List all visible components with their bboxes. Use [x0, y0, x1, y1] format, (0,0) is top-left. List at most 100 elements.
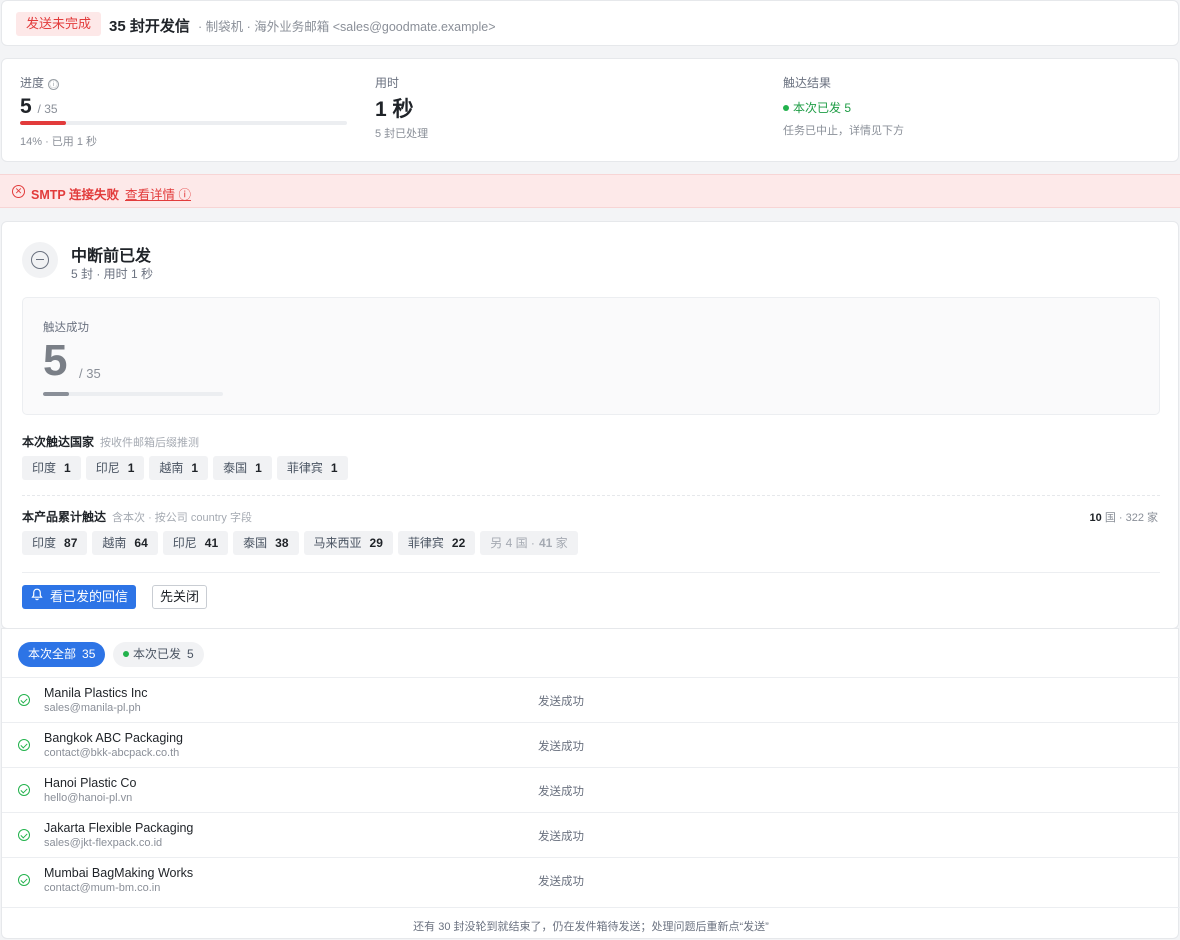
country-chip: 印度 1: [22, 456, 81, 480]
check-circle-icon: [18, 829, 30, 841]
progress-total: / 35: [37, 102, 58, 116]
recipient-email: sales@jkt-flexpack.co.id: [44, 837, 163, 849]
list-item[interactable]: Hanoi Plastic Co hello@hanoi-pl.vn 发送成功: [2, 767, 1180, 812]
send-status: 发送成功: [538, 696, 584, 708]
send-status: 发送成功: [538, 786, 584, 798]
reach-note: 任务已中止，详情见下方: [783, 125, 904, 137]
check-circle-icon: [18, 784, 30, 796]
chip-count: 29: [369, 536, 383, 550]
info-icon[interactable]: ⓘ: [48, 79, 60, 90]
countries-title: 本次触达国家: [22, 435, 95, 449]
divider: [22, 495, 1160, 496]
recipient-name: Jakarta Flexible Packaging: [44, 821, 194, 835]
chip-label: 泰国: [223, 461, 248, 475]
reached-bar-fill: [43, 392, 69, 396]
recipient-name: Mumbai BagMaking Works: [44, 866, 194, 880]
chip-label: 越南: [102, 536, 127, 550]
recipient-email: sales@manila-pl.ph: [44, 702, 141, 714]
country-chip: 印尼 41: [162, 531, 229, 555]
country-chip: 泰国 1: [213, 456, 272, 480]
recipient-name: Manila Plastics Inc: [44, 686, 148, 700]
recipient-email: hello@hanoi-pl.vn: [44, 792, 133, 804]
error-text: SMTP 连接失败: [31, 188, 119, 202]
chip-count: 1: [191, 461, 199, 475]
chip-label: 另 4 国 ·: [490, 536, 535, 550]
status-badge: 发送未完成: [16, 12, 102, 36]
progress-bar: [20, 121, 347, 125]
cumulative-title: 本产品累计触达: [22, 510, 107, 524]
country-chip: 越南 64: [92, 531, 158, 555]
cumulative-total: 10 国 · 322 家: [1090, 509, 1159, 525]
view-replies-button[interactable]: 看已发的回信: [22, 585, 137, 609]
countries-chips: 印度 1 印尼 1 越南 1 泰国 1 菲律宾 1: [22, 456, 348, 480]
time-sub: 5 封已处理: [375, 128, 429, 140]
list-item[interactable]: Mumbai BagMaking Works contact@mum-bm.co…: [2, 857, 1180, 902]
cumulative-total-rest: 国 · 322 家: [1104, 512, 1158, 524]
cumulative-total-num: 10: [1089, 512, 1102, 524]
interrupted-summary: 中断前已发 5 封 · 用时 1 秒 触达成功 5 / 35 本次触达国家 按收件…: [1, 221, 1179, 629]
countries-hint: 按收件邮箱后缀推测: [100, 437, 200, 449]
reached-value: 5: [43, 336, 68, 385]
interrupted-icon-wrap: [22, 242, 58, 278]
error-x-circle-icon: ✕: [12, 185, 25, 198]
task-meta: · 制袋机 · 海外业务邮箱 <sales@goodmate.example>: [198, 20, 496, 34]
chip-count: 87: [64, 536, 78, 550]
stats-panel: 进度 ⓘ 5 / 35 14% · 已用 1 秒 用时 1 秒 5 封已处理 触达…: [1, 58, 1179, 162]
check-circle-icon: [18, 874, 30, 886]
cumulative-hint: 含本次 · 按公司 country 字段: [112, 512, 252, 524]
summary-sub: 5 封 · 用时 1 秒: [71, 267, 154, 281]
time-label: 用时: [375, 76, 400, 90]
cumulative-heading: 本产品累计触达 含本次 · 按公司 country 字段: [22, 508, 252, 525]
progress-sub: 14% · 已用 1 秒: [20, 136, 98, 148]
pending-note: 还有 30 封没轮到就结束了，仍在发件箱待发送；处理问题后重新点“发送”: [2, 907, 1180, 939]
chip-count: 22: [451, 536, 466, 550]
bell-icon: [30, 585, 44, 609]
chip-label: 印尼: [95, 461, 120, 475]
recipient-name: Bangkok ABC Packaging: [44, 731, 183, 745]
chip-label: 菲律宾: [286, 461, 323, 475]
chip-label: 菲律宾: [407, 536, 444, 550]
progress-bar-fill: [20, 121, 66, 125]
list-item[interactable]: Manila Plastics Inc sales@manila-pl.ph 发…: [2, 677, 1180, 722]
recipient-email: contact@bkk-abcpack.co.th: [44, 747, 180, 759]
tab-all[interactable]: 本次全部 35: [18, 642, 106, 667]
close-button[interactable]: 先关闭: [152, 585, 208, 609]
reach-sent-status: 本次已发 5: [783, 99, 851, 116]
country-chip: 越南 1: [149, 456, 209, 480]
list-item[interactable]: Bangkok ABC Packaging contact@bkk-abcpac…: [2, 722, 1180, 767]
view-details-label: 查看详情: [125, 188, 176, 202]
page-title: 35 封开发信: [109, 18, 190, 35]
chip-label: 泰国: [243, 536, 268, 550]
reached-total: / 35: [79, 366, 101, 381]
chip-label: 越南: [159, 461, 184, 475]
progress-value: 5 / 35: [20, 95, 58, 119]
send-status: 发送成功: [538, 741, 584, 753]
chip-count: 1: [330, 461, 338, 475]
tab-sent[interactable]: 本次已发 5: [113, 642, 204, 667]
country-chip: 菲律宾 22: [397, 531, 476, 555]
time-value: 1 秒: [375, 98, 414, 121]
status-dot-icon: [783, 105, 789, 111]
countries-heading: 本次触达国家 按收件邮箱后缀推测: [22, 433, 199, 450]
task-header: 发送未完成 35 封开发信 · 制袋机 · 海外业务邮箱 <sales@good…: [1, 0, 1179, 46]
list-item[interactable]: Jakarta Flexible Packaging sales@jkt-fle…: [2, 812, 1180, 857]
chip-count: 38: [275, 536, 289, 550]
chip-count: 41: [538, 536, 553, 550]
check-circle-icon: [18, 694, 30, 706]
info-icon: ⓘ: [178, 188, 192, 202]
country-chip: 印度 87: [22, 531, 88, 555]
recipient-name: Hanoi Plastic Co: [44, 776, 137, 790]
country-chip: 泰国 38: [233, 531, 299, 555]
summary-title: 中断前已发: [71, 248, 152, 265]
reach-label: 触达结果: [783, 76, 832, 90]
progress-label: 进度: [20, 76, 45, 90]
view-details-link[interactable]: 查看详情 ⓘ: [125, 184, 191, 203]
chip-count: 64: [134, 536, 148, 550]
reach-sent-text: 本次已发 5: [793, 101, 852, 115]
chip-label: 印度: [32, 536, 57, 550]
view-replies-label: 看已发的回信: [50, 589, 129, 604]
recipient-email: contact@mum-bm.co.in: [44, 882, 161, 894]
chip-count: 1: [127, 461, 135, 475]
country-chip: 马来西亚 29: [303, 531, 393, 555]
more-countries-chip: 另 4 国 · 41 家: [480, 531, 578, 555]
